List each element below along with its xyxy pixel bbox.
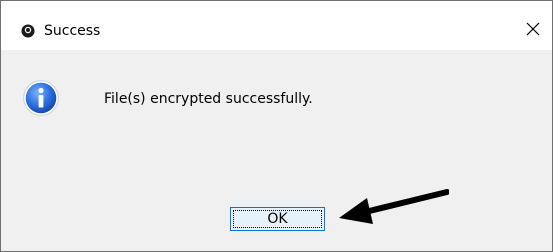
close-button[interactable] <box>519 15 547 43</box>
app-logo-icon <box>21 24 35 38</box>
success-dialog: Success File(s) encrypted successfully. … <box>0 0 553 252</box>
ok-button[interactable]: OK <box>230 207 325 231</box>
pointer-arrow-icon <box>339 189 449 224</box>
info-icon <box>23 80 59 116</box>
ok-button-label: OK <box>267 211 288 227</box>
title-bar: Success <box>1 1 552 50</box>
dialog-title: Success <box>44 23 101 39</box>
close-icon <box>526 22 540 36</box>
dialog-message: File(s) encrypted successfully. <box>104 91 313 107</box>
